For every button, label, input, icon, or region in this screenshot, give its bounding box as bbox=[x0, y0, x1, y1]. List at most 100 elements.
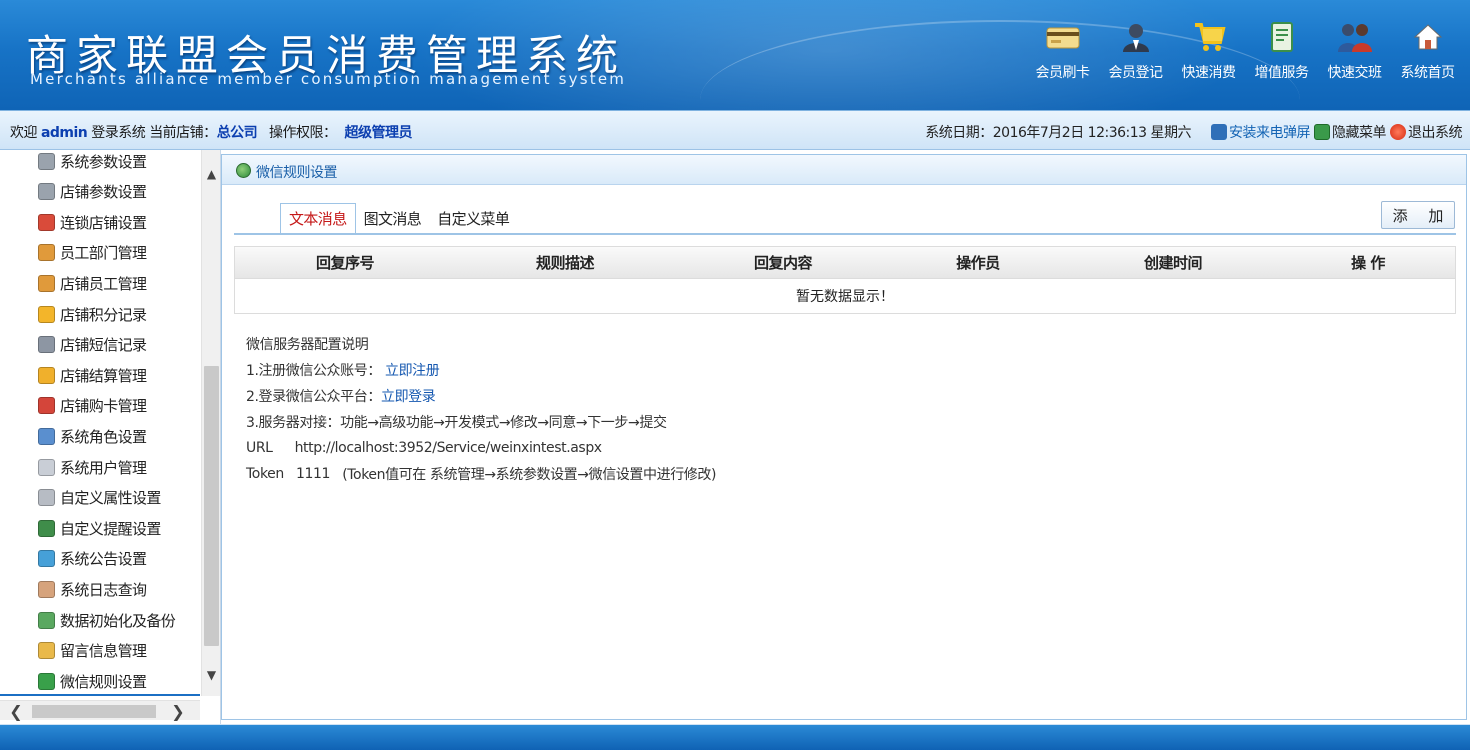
hscrollbar-thumb[interactable] bbox=[32, 705, 156, 718]
sidebar-item[interactable]: 店铺参数设置 bbox=[38, 181, 147, 203]
sidebar-item[interactable]: 微信规则设置 bbox=[38, 670, 147, 692]
sidebar-item[interactable]: 自定义提醒设置 bbox=[38, 517, 161, 539]
sidebar-item-label: 店铺积分记录 bbox=[60, 305, 147, 324]
panel-title: 微信规则设置 bbox=[256, 165, 338, 181]
url-label: URL bbox=[246, 440, 273, 456]
sidebar-item-label: 系统参数设置 bbox=[60, 152, 147, 171]
sidebar-horizontal-scrollbar[interactable]: ❮ ❯ bbox=[0, 700, 200, 721]
scroll-left-icon[interactable]: ❮ bbox=[6, 701, 26, 721]
sidebar-item[interactable]: 连锁店铺设置 bbox=[38, 211, 147, 233]
sidebar-item-label: 连锁店铺设置 bbox=[60, 213, 147, 232]
column-header: 回复序号 bbox=[315, 254, 375, 272]
sidebar-item[interactable]: 数据初始化及备份 bbox=[38, 609, 176, 631]
column-header: 操作员 bbox=[956, 254, 1000, 272]
sidebar: 系统参数设置店铺参数设置连锁店铺设置 员工部门管理店铺员工管理店铺积分记录 店铺短信… bbox=[0, 150, 221, 724]
nav-value-added-service[interactable]: 增值服务 bbox=[1245, 18, 1318, 82]
logout-link[interactable]: 退出系统 bbox=[1390, 122, 1463, 142]
sidebar-item[interactable]: 店铺结算管理 bbox=[38, 364, 147, 386]
sidebar-item[interactable]: 店铺短信记录 bbox=[38, 334, 147, 356]
login-now-link[interactable]: 立即登录 bbox=[381, 386, 436, 406]
nav-quick-shift[interactable]: 快速交班 bbox=[1318, 18, 1391, 82]
column-header: 规则描述 bbox=[535, 254, 595, 272]
phone-icon bbox=[38, 336, 55, 354]
sidebar-item-label: 系统日志查询 bbox=[60, 580, 147, 599]
sidebar-item[interactable]: 系统日志查询 bbox=[38, 578, 147, 600]
sidebar-item-label: 店铺短信记录 bbox=[60, 336, 147, 355]
scroll-right-icon[interactable]: ❯ bbox=[168, 701, 188, 721]
nav-home[interactable]: 系统首页 bbox=[1391, 18, 1464, 82]
nav-member-swipe-card[interactable]: 会员刷卡 bbox=[1026, 18, 1099, 82]
sidebar-item[interactable]: 留言信息管理 bbox=[38, 640, 147, 662]
message-tabs: 文本消息 图文消息 自定义菜单 bbox=[280, 203, 517, 234]
guide-url: URL http://localhost:3952/Service/weinxi… bbox=[246, 435, 716, 461]
nav-member-register-label: 会员登记 bbox=[1108, 65, 1164, 81]
sidebar-item-label: 系统公告设置 bbox=[60, 550, 147, 569]
sidebar-item[interactable]: 系统角色设置 bbox=[38, 425, 147, 447]
sidebar-item-label: 员工部门管理 bbox=[60, 244, 147, 263]
login-text: 登录系统 bbox=[91, 125, 146, 141]
sidebar-item[interactable]: 店铺购卡管理 bbox=[38, 395, 147, 417]
points-box-icon bbox=[38, 305, 55, 323]
nav-value-added-service-label: 增值服务 bbox=[1254, 65, 1310, 81]
sidebar-item[interactable]: 系统公告设置 bbox=[38, 548, 147, 570]
sidebar-item[interactable]: 自定义属性设置 bbox=[38, 487, 161, 509]
tab-text-message[interactable]: 文本消息 bbox=[280, 203, 356, 234]
top-nav: 会员刷卡 会员登记 快速消费 增值服务 快速交班 系统首页 bbox=[1026, 18, 1464, 82]
hide-menu-label: 隐藏菜单 bbox=[1332, 125, 1387, 141]
wechat-rules-panel: 微信规则设置 文本消息 图文消息 自定义菜单 添 加 回复序号 规则描述 回复内… bbox=[221, 154, 1467, 720]
install-popup-link[interactable]: 安装来电弹屏 bbox=[1211, 122, 1311, 142]
shopping-cart-icon bbox=[1190, 18, 1228, 56]
footer-bar bbox=[0, 724, 1470, 750]
hide-menu-link[interactable]: 隐藏菜单 bbox=[1314, 122, 1387, 142]
register-now-link[interactable]: 立即注册 bbox=[385, 360, 440, 380]
guide-heading: 微信服务器配置说明 bbox=[246, 337, 369, 353]
app-header: 商家联盟会员消费管理系统 Merchants alliance member c… bbox=[0, 0, 1470, 110]
token-value: 1111 bbox=[296, 466, 331, 482]
sidebar-item[interactable]: 店铺积分记录 bbox=[38, 303, 147, 325]
guide-step-2: 2.登录微信公众平台： 立即登录 bbox=[246, 383, 716, 409]
mouse-icon bbox=[38, 458, 55, 476]
nav-member-register[interactable]: 会员登记 bbox=[1099, 18, 1172, 82]
nav-home-label: 系统首页 bbox=[1400, 65, 1456, 81]
guide-step-1: 1.注册微信公众账号： 立即注册 bbox=[246, 357, 716, 383]
shift-handover-icon bbox=[1336, 18, 1374, 56]
url-value: http://localhost:3952/Service/weinxintes… bbox=[294, 440, 603, 456]
info-bar: 欢迎 admin 登录系统 当前店铺：总公司 操作权限： 超级管理员 系统日期：… bbox=[0, 110, 1470, 150]
staff-icon bbox=[38, 244, 55, 262]
tab-image-text-message[interactable]: 图文消息 bbox=[356, 203, 430, 233]
sidebar-item-label: 自定义属性设置 bbox=[60, 489, 161, 508]
home-icon bbox=[1409, 18, 1447, 56]
welcome-text: 欢迎 bbox=[10, 125, 38, 141]
nav-quick-shift-label: 快速交班 bbox=[1327, 65, 1383, 81]
rules-table: 回复序号 规则描述 回复内容 操作员 创建时间 操 作 暂无数据显示！ bbox=[234, 246, 1456, 314]
scroll-down-icon[interactable]: ▼ bbox=[202, 665, 220, 684]
sidebar-item[interactable]: 员工部门管理 bbox=[38, 242, 147, 264]
column-header: 回复内容 bbox=[753, 254, 813, 272]
sidebar-vertical-scrollbar[interactable]: ▲ ▼ bbox=[201, 150, 220, 696]
sidebar-item[interactable]: 系统参数设置 bbox=[38, 150, 147, 172]
sidebar-item[interactable]: 系统用户管理 bbox=[38, 456, 147, 478]
nav-quick-consume[interactable]: 快速消费 bbox=[1172, 18, 1245, 82]
sidebar-active-underline bbox=[0, 694, 200, 696]
sidebar-item[interactable]: 店铺员工管理 bbox=[38, 272, 147, 294]
token-note: (Token值可在 系统管理→系统参数设置→微信设置中进行修改) bbox=[342, 467, 717, 483]
member-register-icon bbox=[1117, 18, 1155, 56]
permission-value: 超级管理员 bbox=[344, 125, 412, 141]
guide-step-3: 3.服务器对接：功能→高级功能→开发模式→修改→同意→下一步→提交 bbox=[246, 415, 667, 431]
gear-icon bbox=[38, 183, 55, 201]
username: admin bbox=[40, 125, 88, 141]
message-icon bbox=[38, 642, 55, 660]
column-header: 操 作 bbox=[1351, 254, 1385, 272]
date-label: 系统日期： bbox=[925, 125, 993, 141]
gear-icon bbox=[38, 152, 55, 170]
alarm-clock-icon bbox=[38, 519, 55, 537]
scrollbar-thumb[interactable] bbox=[204, 366, 219, 646]
telephone-icon bbox=[1211, 124, 1227, 140]
install-popup-label: 安装来电弹屏 bbox=[1229, 125, 1311, 141]
scroll-up-icon[interactable]: ▲ bbox=[202, 164, 220, 183]
tab-custom-menu[interactable]: 自定义菜单 bbox=[429, 203, 517, 233]
staff-icon bbox=[38, 274, 55, 292]
add-button[interactable]: 添 加 bbox=[1381, 201, 1455, 229]
column-header: 创建时间 bbox=[1143, 254, 1203, 272]
speaker-icon bbox=[38, 550, 55, 568]
